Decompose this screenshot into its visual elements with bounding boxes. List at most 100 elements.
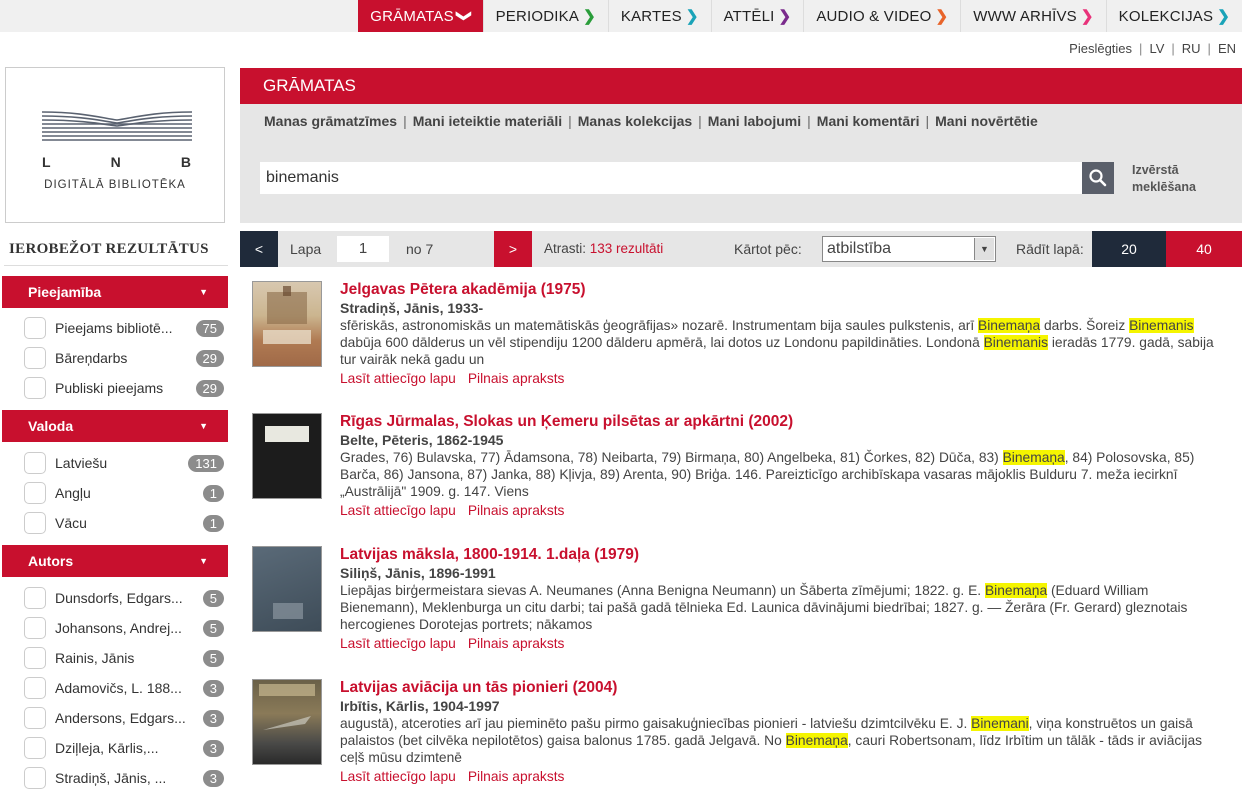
subnav-corrections[interactable]: Mani labojumi xyxy=(708,113,801,129)
full-description-link[interactable]: Pilnais apraksts xyxy=(468,636,565,651)
count-badge: 1 xyxy=(202,484,224,502)
checkbox[interactable] xyxy=(24,377,46,399)
search-area: binemanis Izvērstā meklēšana xyxy=(240,138,1242,223)
checkbox[interactable] xyxy=(24,347,46,369)
facet-item[interactable]: Johansons, Andrej... 5 xyxy=(24,616,224,640)
facet-item-label: Johansons, Andrej... xyxy=(55,620,182,636)
facet-item-label: Angļu xyxy=(55,485,91,501)
checkbox[interactable] xyxy=(24,647,46,669)
full-description-link[interactable]: Pilnais apraksts xyxy=(468,769,565,784)
read-page-link[interactable]: Lasīt attiecīgo lapu xyxy=(340,636,456,651)
nav-item-gramatas[interactable]: GRĀMATAS ❯ xyxy=(358,0,483,32)
snippet-text: dabūja 600 dālderus un vēl stipendiju 12… xyxy=(340,335,984,350)
facet-item[interactable]: Adamovičs, L. 188... 3 xyxy=(24,676,224,700)
facet-item[interactable]: Bāreņdarbs 29 xyxy=(24,346,224,370)
login-link[interactable]: Pieslēgties xyxy=(1069,41,1132,56)
checkbox[interactable] xyxy=(24,707,46,729)
facet-item[interactable]: Latviešu 131 xyxy=(24,451,224,475)
facet-header-author[interactable]: Autors ▼ xyxy=(2,545,228,577)
per-page-40-button[interactable]: 40 xyxy=(1166,231,1242,267)
triangle-down-icon: ▼ xyxy=(199,421,208,431)
advanced-search-link[interactable]: Izvērstā meklēšana xyxy=(1132,162,1222,196)
lang-lv-link[interactable]: LV xyxy=(1149,41,1164,56)
subnav-bookmarks[interactable]: Manas grāmatzīmes xyxy=(264,113,397,129)
checkbox[interactable] xyxy=(24,767,46,789)
checkbox[interactable] xyxy=(24,587,46,609)
subnav-collections[interactable]: Manas kolekcijas xyxy=(578,113,692,129)
facet-item[interactable]: Andersons, Edgars... 3 xyxy=(24,706,224,730)
facet-item[interactable]: Dziļleja, Kārlis,... 3 xyxy=(24,736,224,760)
checkbox[interactable] xyxy=(24,737,46,759)
search-highlight: Binemaņa xyxy=(978,318,1041,333)
search-icon xyxy=(1089,169,1107,187)
prev-page-button[interactable]: < xyxy=(240,231,278,267)
pagination-bar: < Lapa 1 no 7 > Atrasti: 133 rezultāti K… xyxy=(240,231,1242,267)
results-count-label: Atrasti: xyxy=(544,241,590,256)
read-page-link[interactable]: Lasīt attiecīgo lapu xyxy=(340,371,456,386)
checkbox[interactable] xyxy=(24,617,46,639)
read-page-link[interactable]: Lasīt attiecīgo lapu xyxy=(340,503,456,518)
lnb-logo[interactable]: L N B DIGITĀLĀ BIBLIOTĒKA xyxy=(5,67,225,223)
nav-item-www-arhivs[interactable]: WWW ARHĪVS ❯ xyxy=(960,0,1105,32)
facet-item[interactable]: Pieejams bibliotē... 75 xyxy=(24,316,224,340)
nav-item-atteli[interactable]: ATTĒLI ❯ xyxy=(710,0,804,32)
book-cover-thumbnail[interactable] xyxy=(252,546,322,632)
subnav-comments[interactable]: Mani komentāri xyxy=(817,113,920,129)
count-badge: 29 xyxy=(195,379,224,397)
search-button[interactable] xyxy=(1082,162,1114,194)
next-page-button[interactable]: > xyxy=(494,231,532,267)
nav-item-periodika[interactable]: PERIODIKA ❯ xyxy=(482,0,608,32)
search-highlight: Binemanis xyxy=(983,335,1048,350)
checkbox[interactable] xyxy=(24,677,46,699)
sort-select[interactable]: atbilstība ▼ xyxy=(822,236,996,262)
result-title[interactable]: Rīgas Jūrmalas, Slokas un Ķemeru pilsēta… xyxy=(340,413,1230,431)
lang-ru-link[interactable]: RU xyxy=(1182,41,1201,56)
subnav-recommended[interactable]: Mani ieteiktie materiāli xyxy=(413,113,562,129)
result-title[interactable]: Latvijas aviācija un tās pionieri (2004) xyxy=(340,679,1230,697)
result-title[interactable]: Latvijas māksla, 1800-1914. 1.daļa (1979… xyxy=(340,546,1230,564)
read-page-link[interactable]: Lasīt attiecīgo lapu xyxy=(340,769,456,784)
facet-item-label: Stradiņš, Jānis, ... xyxy=(55,770,167,786)
snippet-text: Grades, 76) Bulavska, 77) Ādamsona, 78) … xyxy=(340,450,1003,465)
facet-item-label: Rainis, Jānis xyxy=(55,650,135,666)
facet-header-access[interactable]: Pieejamība ▼ xyxy=(2,276,228,308)
facet-item[interactable]: Publiski pieejams 29 xyxy=(24,376,224,400)
nav-label: KARTES xyxy=(620,7,682,25)
facet-item-label: Dziļleja, Kārlis,... xyxy=(55,740,159,756)
facet-item[interactable]: Angļu 1 xyxy=(24,481,224,505)
result-links: Lasīt attiecīgo lapu Pilnais apraksts xyxy=(340,768,1230,785)
facet-header-language[interactable]: Valoda ▼ xyxy=(2,410,228,442)
chevron-right-icon: ❯ xyxy=(583,8,596,25)
book-cover-thumbnail[interactable] xyxy=(252,413,322,499)
language-bar: Pieslēgties | LV | RU | EN xyxy=(1069,41,1236,56)
per-page-20-button[interactable]: 20 xyxy=(1092,231,1166,267)
lang-en-link[interactable]: EN xyxy=(1218,41,1236,56)
checkbox[interactable] xyxy=(24,452,46,474)
result-title[interactable]: Jelgavas Pētera akadēmija (1975) xyxy=(340,281,1230,299)
facet-item[interactable]: Dunsdorfs, Edgars... 5 xyxy=(24,586,224,610)
page-label: Lapa xyxy=(290,241,322,257)
book-cover-thumbnail[interactable] xyxy=(252,281,322,367)
count-badge: 5 xyxy=(202,619,224,637)
user-subnav: Manas grāmatzīmes | Mani ieteiktie materi… xyxy=(240,104,1242,138)
divider: | xyxy=(1139,41,1143,56)
subnav-rated[interactable]: Mani novērtētie xyxy=(935,113,1038,129)
search-input[interactable]: binemanis xyxy=(260,162,1082,194)
checkbox[interactable] xyxy=(24,317,46,339)
result-snippet: Grades, 76) Bulavska, 77) Ādamsona, 78) … xyxy=(340,449,1230,500)
facet-item[interactable]: Vācu 1 xyxy=(24,511,224,535)
full-description-link[interactable]: Pilnais apraksts xyxy=(468,371,565,386)
nav-item-kolekcijas[interactable]: KOLEKCIJAS ❯ xyxy=(1105,0,1242,32)
nav-item-audio-video[interactable]: AUDIO & VIDEO ❯ xyxy=(803,0,960,32)
book-cover-thumbnail[interactable] xyxy=(252,679,322,765)
checkbox[interactable] xyxy=(24,482,46,504)
checkbox[interactable] xyxy=(24,512,46,534)
facet-item[interactable]: Rainis, Jānis 5 xyxy=(24,646,224,670)
nav-label: WWW ARHĪVS xyxy=(973,7,1077,25)
full-description-link[interactable]: Pilnais apraksts xyxy=(468,503,565,518)
divider: | xyxy=(807,113,811,129)
nav-item-kartes[interactable]: KARTES ❯ xyxy=(607,0,711,32)
page-number-input[interactable]: 1 xyxy=(337,236,389,262)
divider: | xyxy=(698,113,702,129)
facet-item[interactable]: Stradiņš, Jānis, ... 3 xyxy=(24,766,224,790)
